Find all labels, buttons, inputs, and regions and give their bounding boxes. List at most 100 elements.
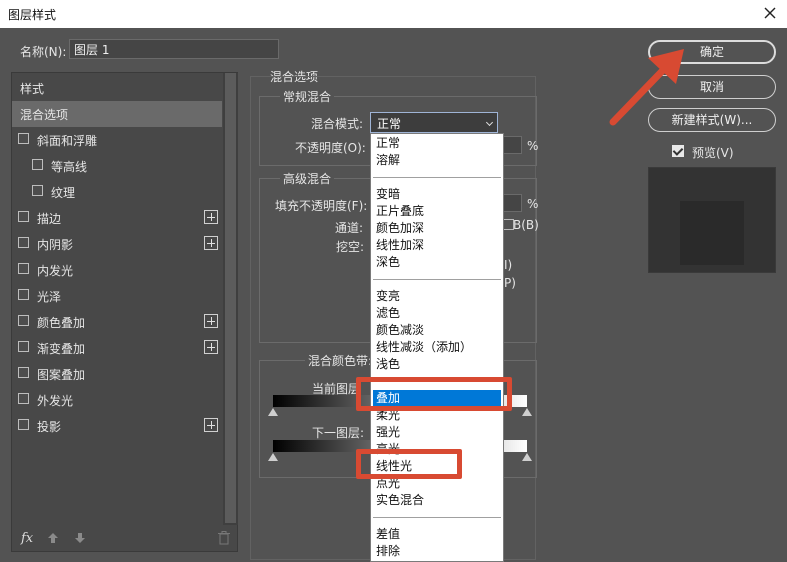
style-checkbox[interactable] [18, 341, 29, 352]
add-style-icon[interactable] [204, 314, 218, 328]
style-item[interactable]: 外发光 [12, 387, 222, 413]
style-item-label: 斜面和浮雕 [37, 134, 98, 148]
channel-b-label: B(B) [513, 218, 539, 232]
style-item[interactable]: 纹理 [12, 179, 222, 205]
style-item[interactable]: 斜面和浮雕 [12, 127, 222, 153]
add-style-icon[interactable] [204, 340, 218, 354]
style-item-label: 等高线 [51, 160, 88, 174]
style-item-label: 颜色叠加 [37, 316, 86, 330]
cancel-button[interactable]: 取消 [648, 75, 776, 99]
style-item[interactable]: 等高线 [12, 153, 222, 179]
blend-mode-dropdown-list[interactable]: 正常 溶解 变暗 正片叠底 颜色加深 线性加深 深色 变亮 滤色 颜色减淡 线性减淡（添加） 浅色 叠加… [370, 133, 504, 562]
layer-name-input[interactable]: 图层 1 [69, 39, 279, 59]
style-checkbox[interactable] [18, 367, 29, 378]
opacity-label: 不透明度(O): [295, 141, 366, 155]
style-item-label: 渐变叠加 [37, 342, 86, 356]
blend-mode-option[interactable]: 线性减淡（添加） [371, 339, 503, 356]
blend-mode-option[interactable]: 线性加深 [371, 237, 503, 254]
move-down-icon[interactable] [74, 532, 86, 544]
window-title: 图层样式 [8, 8, 57, 22]
style-checkbox[interactable] [18, 419, 29, 430]
style-preview-thumbnail [648, 167, 776, 273]
style-checkbox[interactable] [18, 263, 29, 274]
channels-label: 通道: [335, 221, 364, 235]
dropdown-separator [373, 517, 501, 518]
general-blending-title: 常规混合 [280, 88, 335, 105]
underlying-layer-label: 下一图层: [312, 426, 365, 440]
scrollbar-thumb[interactable] [225, 73, 236, 523]
blend-mode-option[interactable]: 深色 [371, 254, 503, 271]
preview-swatch [680, 201, 744, 265]
blend-mode-option[interactable]: 排除 [371, 543, 503, 560]
annotation-box-overlay [356, 377, 512, 411]
styles-scrollbar[interactable] [223, 73, 238, 525]
dropdown-separator [373, 177, 501, 178]
style-item[interactable]: 颜色叠加 [12, 309, 222, 335]
underlying-black-slider[interactable] [268, 453, 278, 461]
blend-mode-option[interactable]: 溶解 [371, 152, 503, 169]
new-style-button[interactable]: 新建样式(W)... [648, 108, 776, 132]
move-up-icon[interactable] [47, 532, 59, 544]
style-item-label: 描边 [37, 212, 62, 226]
fx-icon[interactable]: fx [21, 531, 33, 546]
knockout-label: 挖空: [336, 240, 365, 254]
trash-icon[interactable] [218, 531, 230, 545]
style-checkbox[interactable] [18, 315, 29, 326]
style-item-label: 外发光 [37, 394, 74, 408]
partial-label-2: P) [504, 276, 516, 290]
blend-mode-option[interactable]: 强光 [371, 424, 503, 441]
style-checkbox[interactable] [32, 185, 43, 196]
advanced-blending-title: 高级混合 [280, 170, 335, 187]
blend-mode-option[interactable]: 变亮 [371, 288, 503, 305]
style-item[interactable]: 混合选项 [12, 101, 222, 127]
styles-header: 样式 [12, 75, 222, 101]
style-checkbox[interactable] [32, 159, 43, 170]
style-checkbox[interactable] [18, 393, 29, 404]
preview-label: 预览(V) [692, 146, 734, 160]
blend-mode-value: 正常 [377, 117, 402, 131]
preview-checkbox[interactable] [672, 145, 684, 157]
add-style-icon[interactable] [204, 210, 218, 224]
opacity-percent: % [527, 139, 539, 153]
blend-mode-label: 混合模式: [311, 117, 364, 131]
dropdown-separator [373, 279, 501, 280]
style-item[interactable]: 光泽 [12, 283, 222, 309]
blend-mode-option[interactable]: 差值 [371, 526, 503, 543]
blend-mode-option[interactable]: 滤色 [371, 305, 503, 322]
style-item[interactable]: 图案叠加 [12, 361, 222, 387]
style-item-label: 混合选项 [20, 108, 69, 122]
style-checkbox[interactable] [18, 211, 29, 222]
blend-if-label: 混合颜色带: [305, 352, 376, 369]
styles-toolbar: fx [12, 525, 238, 551]
blend-mode-option[interactable]: 颜色减淡 [371, 322, 503, 339]
blend-mode-select[interactable]: 正常 [370, 112, 498, 133]
style-checkbox[interactable] [18, 289, 29, 300]
this-layer-black-slider[interactable] [268, 408, 278, 416]
style-item[interactable]: 渐变叠加 [12, 335, 222, 361]
blend-mode-option[interactable]: 变暗 [371, 186, 503, 203]
blend-mode-option[interactable]: 正片叠底 [371, 203, 503, 220]
add-style-icon[interactable] [204, 236, 218, 250]
style-item[interactable]: 内发光 [12, 257, 222, 283]
style-item-label: 内阴影 [37, 238, 74, 252]
blend-mode-option[interactable]: 颜色加深 [371, 220, 503, 237]
partial-label-1: I) [504, 258, 513, 272]
blend-mode-option[interactable]: 浅色 [371, 356, 503, 373]
ok-button[interactable]: 确定 [648, 40, 776, 64]
style-item-label: 纹理 [51, 186, 76, 200]
style-item-label: 图案叠加 [37, 368, 86, 382]
this-layer-white-slider[interactable] [522, 408, 532, 416]
add-style-icon[interactable] [204, 418, 218, 432]
style-checkbox[interactable] [18, 237, 29, 248]
underlying-white-slider[interactable] [522, 453, 532, 461]
annotation-box-linear-light [356, 449, 462, 479]
style-item-label: 光泽 [37, 290, 62, 304]
close-icon[interactable] [761, 4, 779, 22]
style-checkbox[interactable] [18, 133, 29, 144]
fill-opacity-label: 填充不透明度(F): [275, 199, 368, 213]
blend-mode-option[interactable]: 实色混合 [371, 492, 503, 509]
style-item[interactable]: 内阴影 [12, 231, 222, 257]
style-item[interactable]: 描边 [12, 205, 222, 231]
style-item[interactable]: 投影 [12, 413, 222, 439]
blend-mode-option[interactable]: 正常 [371, 135, 503, 152]
